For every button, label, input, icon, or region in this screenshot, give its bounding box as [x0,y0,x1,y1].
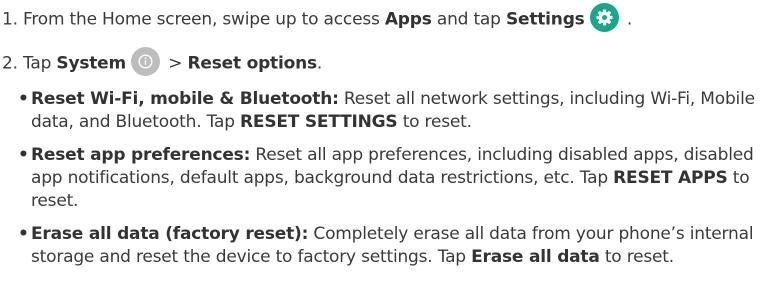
apps-label: Apps [384,9,432,30]
list-item: • Erase all data (factory reset): Comple… [18,223,778,269]
system-label: System [56,53,127,74]
step-1-prefix: 1. From the Home screen, swipe up to acc… [2,9,385,30]
bullet-emphasis: Erase all data [471,247,600,267]
step-1-mid: and tap [431,9,506,30]
step-2: 2. Tap System > Reset options. [2,47,323,78]
step-1: 1. From the Home screen, swipe up to acc… [2,3,633,34]
instructions-document: 1. From the Home screen, swipe up to acc… [0,0,783,306]
step-2-suffix: . [316,53,323,74]
step-1-suffix: . [621,9,633,30]
bullet-text-end: to reset. [599,247,674,267]
bullet-emphasis: RESET APPS [613,168,728,188]
gear-icon [589,3,619,32]
list-item: • Reset app preferences: Reset all app p… [18,144,778,213]
settings-label: Settings [505,9,585,30]
step-2-prefix: 2. Tap [2,53,57,74]
bullet-dot: • [18,89,29,109]
step-2-separator: > [163,53,188,74]
bullet-title: Reset app preferences: [31,145,251,165]
bullet-title: Reset Wi-Fi, mobile & Bluetooth: [31,89,339,109]
list-item: • Reset Wi-Fi, mobile & Bluetooth: Reset… [18,88,778,134]
bullet-emphasis: RESET SETTINGS [240,112,398,132]
info-icon [131,47,161,76]
bullet-dot: • [18,145,29,165]
bullet-title: Erase all data (factory reset): [31,224,309,244]
reset-options-label: Reset options [187,53,317,74]
bullet-dot: • [18,224,29,244]
bullet-text-end: to reset. [397,112,472,132]
reset-options-list: • Reset Wi-Fi, mobile & Bluetooth: Reset… [18,88,778,279]
